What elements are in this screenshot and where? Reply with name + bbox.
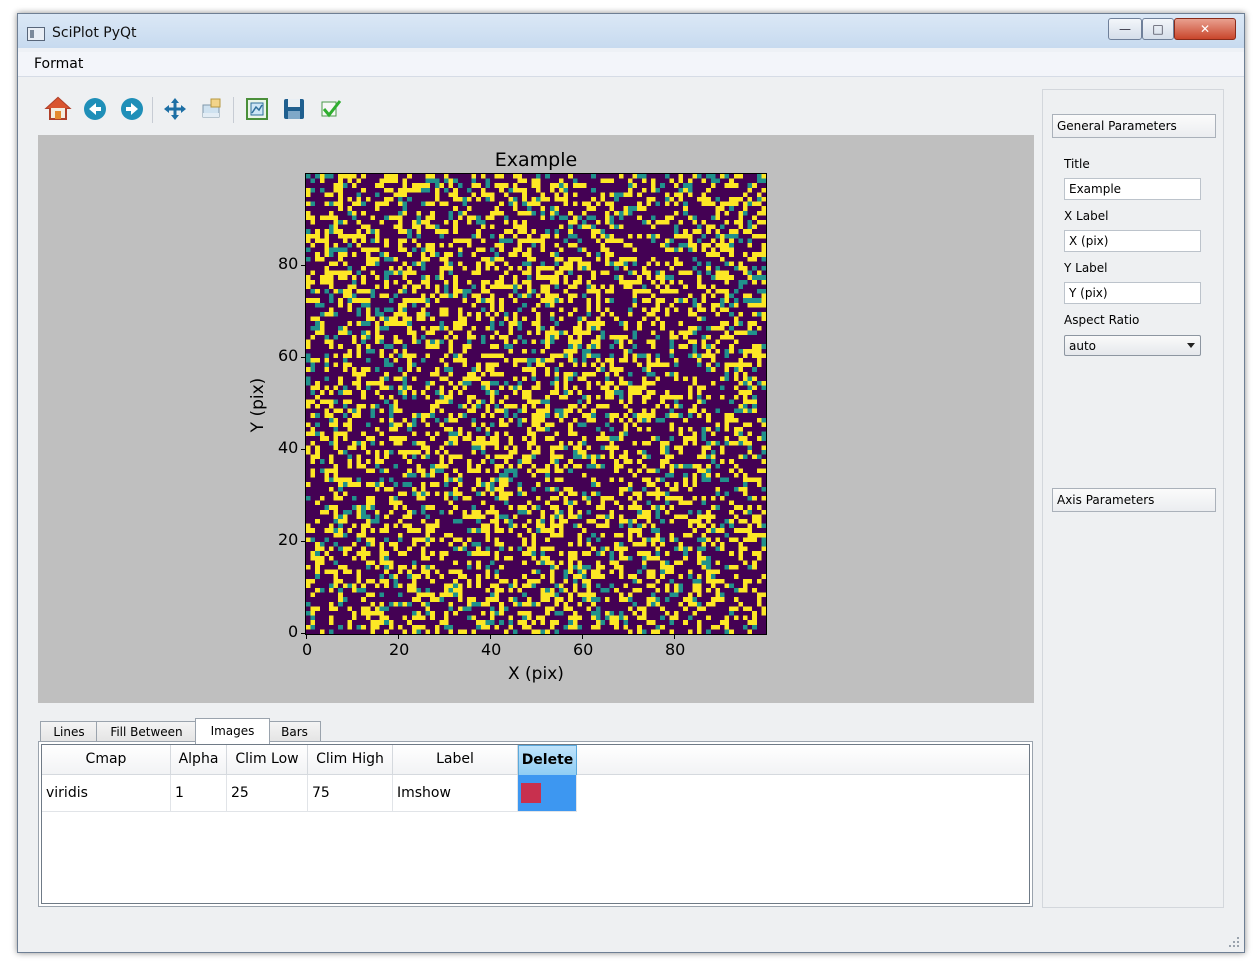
toolbar-separator: [233, 97, 234, 123]
x-label-input[interactable]: [1064, 230, 1201, 252]
configure-subplots-icon: [246, 98, 268, 120]
x-tick-label: 0: [302, 640, 313, 659]
plot-canvas[interactable]: Example 0 20 40 60 80 0 20 40 60 80 X (p…: [38, 135, 1034, 703]
back-icon: [84, 98, 106, 120]
y-tick-mark: [301, 449, 305, 450]
y-tick-label: 80: [278, 254, 299, 273]
images-tab-panel: Cmap Alpha Clim Low Clim High Label Dele…: [38, 741, 1033, 907]
tab-images[interactable]: Images: [195, 718, 270, 744]
x-tick-label: 80: [665, 640, 686, 659]
main-area: Example 0 20 40 60 80 0 20 40 60 80 X (p…: [18, 77, 1244, 952]
column-header-label[interactable]: Label: [393, 745, 518, 775]
x-axis-label: X (pix): [508, 664, 564, 684]
toolbar-separator: [152, 97, 153, 123]
general-parameters-header[interactable]: General Parameters: [1052, 114, 1216, 138]
column-header-alpha[interactable]: Alpha: [171, 745, 227, 775]
x-tick-mark: [306, 635, 307, 639]
y-tick-label: 60: [278, 346, 299, 365]
title-input[interactable]: [1064, 178, 1201, 200]
pan-button[interactable]: [161, 95, 189, 123]
y-label-label: Y Label: [1064, 261, 1108, 275]
configure-subplots-button[interactable]: [243, 95, 271, 123]
cell-alpha[interactable]: 1: [171, 775, 227, 812]
chevron-down-icon: [1187, 343, 1195, 348]
minimize-button[interactable]: —: [1108, 18, 1142, 40]
y-tick-mark: [301, 633, 305, 634]
tab-fill-between[interactable]: Fill Between: [96, 721, 197, 743]
images-table[interactable]: Cmap Alpha Clim Low Clim High Label Dele…: [41, 744, 1030, 904]
resize-grip-icon[interactable]: [1228, 936, 1240, 948]
x-tick-mark: [582, 635, 583, 639]
y-tick-label: 40: [278, 438, 299, 457]
y-tick-label: 0: [288, 622, 299, 641]
axis-parameters-header[interactable]: Axis Parameters: [1052, 488, 1216, 512]
aspect-ratio-select[interactable]: auto: [1064, 335, 1201, 356]
pan-icon: [164, 98, 186, 120]
x-tick-mark: [490, 635, 491, 639]
check-icon: [321, 100, 342, 118]
tab-lines[interactable]: Lines: [40, 721, 98, 743]
back-button[interactable]: [81, 95, 109, 123]
save-icon: [284, 99, 304, 119]
y-tick-mark: [301, 265, 305, 266]
parameters-panel: General Parameters Title X Label Y Label…: [1042, 89, 1224, 908]
aspect-ratio-label: Aspect Ratio: [1064, 313, 1140, 327]
y-tick-mark: [301, 541, 305, 542]
x-tick-label: 20: [389, 640, 410, 659]
aspect-ratio-value: auto: [1069, 339, 1097, 353]
y-tick-mark: [301, 357, 305, 358]
plot-title: Example: [494, 149, 578, 171]
tab-bars[interactable]: Bars: [268, 721, 321, 743]
x-tick-mark: [398, 635, 399, 639]
save-button[interactable]: [280, 95, 308, 123]
window-title: SciPlot PyQt: [52, 25, 137, 41]
menu-bar: Format: [18, 52, 1244, 77]
y-label-input[interactable]: [1064, 282, 1201, 304]
app-icon: [27, 27, 45, 41]
x-tick-label: 60: [573, 640, 594, 659]
cell-delete[interactable]: [518, 775, 577, 812]
forward-button[interactable]: [118, 95, 146, 123]
column-header-clim-low[interactable]: Clim Low: [227, 745, 308, 775]
x-tick-label: 40: [481, 640, 502, 659]
title-bar[interactable]: SciPlot PyQt — □ ✕: [18, 14, 1244, 48]
apply-button[interactable]: [317, 95, 345, 123]
x-label-label: X Label: [1064, 209, 1109, 223]
cell-label[interactable]: Imshow: [393, 775, 518, 812]
column-header-filler: [577, 745, 1029, 775]
y-tick-label: 20: [278, 530, 299, 549]
close-button[interactable]: ✕: [1174, 18, 1236, 40]
cell-clim-high[interactable]: 75: [308, 775, 393, 812]
cell-clim-low[interactable]: 25: [227, 775, 308, 812]
home-button[interactable]: [44, 95, 72, 123]
heatmap-image: [305, 173, 767, 635]
home-icon: [44, 96, 72, 120]
maximize-button[interactable]: □: [1142, 18, 1174, 40]
column-header-clim-high[interactable]: Clim High: [308, 745, 393, 775]
forward-icon: [121, 98, 143, 120]
menu-format[interactable]: Format: [34, 56, 83, 72]
heatmap-pixels: [306, 174, 766, 634]
zoom-icon: [202, 98, 221, 118]
column-header-cmap[interactable]: Cmap: [42, 745, 171, 775]
cell-cmap[interactable]: viridis: [42, 775, 171, 812]
column-header-delete[interactable]: Delete: [518, 745, 577, 776]
y-axis-label: Y (pix): [248, 377, 268, 433]
title-label: Title: [1064, 157, 1090, 171]
delete-swatch-icon[interactable]: [521, 783, 541, 803]
zoom-button[interactable]: [198, 95, 226, 123]
app-window: SciPlot PyQt — □ ✕ Format Example 0 20 4…: [17, 13, 1245, 953]
x-tick-mark: [674, 635, 675, 639]
